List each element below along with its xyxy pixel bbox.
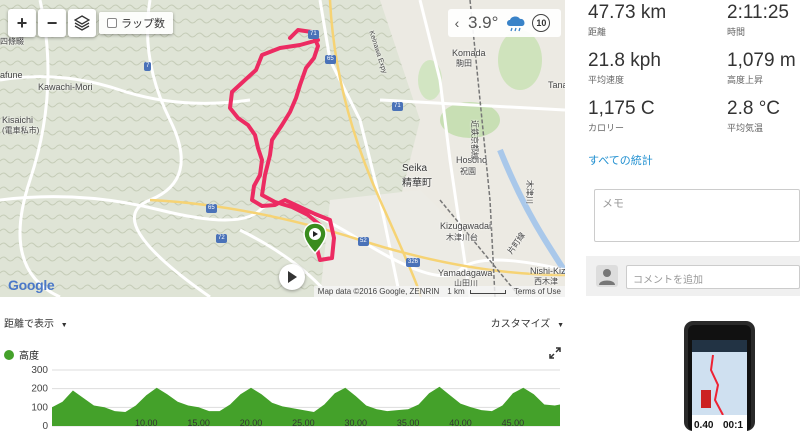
- caret-down-icon: ▼: [60, 322, 68, 329]
- play-icon: [288, 271, 297, 283]
- comment-row: コメントを追加: [586, 256, 800, 296]
- stat-elevation-gain: 1,079 m 高度上昇: [727, 50, 796, 86]
- memo-field[interactable]: メモ: [594, 189, 800, 242]
- map-data-credit: Map data ©2016 Google, ZENRIN: [317, 287, 440, 296]
- elevation-chart[interactable]: 0 100 200 300 10.00 15.00 20.00 25.00 30.00 35.0…: [0, 362, 565, 431]
- place-label: 木津川: [525, 180, 534, 204]
- zoom-out-button[interactable]: −: [38, 9, 66, 37]
- stat-value: 1,175 C: [588, 98, 655, 119]
- map-tiles: [0, 0, 565, 297]
- y-axis: 0 100 200 300: [31, 365, 48, 431]
- place-label: Kawachi-Mori: [38, 82, 93, 92]
- route-shield: 72: [216, 234, 227, 243]
- wind-speed-icon: 10: [532, 14, 551, 32]
- x-tick-label: 35.00: [397, 418, 420, 428]
- svg-text:00:1: 00:1: [723, 420, 743, 431]
- place-label: (電車私市): [2, 126, 40, 135]
- stat-label: 距離: [588, 27, 607, 37]
- weather-prev-button[interactable]: ‹: [448, 15, 466, 31]
- bike-computer-icon: 0.40 00:1: [684, 321, 755, 431]
- stat-label: カロリー: [588, 123, 625, 133]
- stat-value: 21.8 kph: [588, 50, 661, 71]
- route-shield: 7: [144, 62, 152, 71]
- lap-label: ラップ数: [121, 18, 165, 30]
- place-label: Yamadagawa: [438, 268, 493, 278]
- legend-label: 高度: [19, 351, 39, 362]
- place-label: 木津川台: [446, 233, 478, 242]
- svg-text:0.40: 0.40: [694, 420, 714, 431]
- place-label: 四條畷: [0, 37, 24, 46]
- user-icon: [599, 269, 615, 285]
- place-label: 近鉄京都線: [470, 120, 479, 160]
- place-label: Kisaichi: [2, 115, 34, 125]
- stat-time: 2:11:25 時間: [727, 2, 789, 38]
- all-stats-link[interactable]: すべての統計: [588, 152, 653, 168]
- stat-value: 2.8 °C: [727, 98, 781, 119]
- place-label: 駒田: [456, 59, 472, 68]
- route-shield: 52: [358, 237, 369, 246]
- avatar: [596, 265, 618, 287]
- place-label: 祝園: [460, 167, 476, 176]
- stat-value: 1,079 m: [727, 50, 796, 71]
- lap-checkbox[interactable]: [107, 18, 117, 28]
- place-label: Kizugawadai: [440, 221, 492, 231]
- stat-label: 平均速度: [588, 75, 625, 85]
- zoom-in-button[interactable]: +: [8, 9, 36, 37]
- stat-avg-speed: 21.8 kph 平均速度: [588, 50, 661, 86]
- y-tick-label: 300: [31, 365, 48, 376]
- terms-link[interactable]: Terms of Use: [514, 287, 561, 296]
- y-tick-label: 0: [42, 421, 48, 431]
- place-label: Tana: [548, 80, 565, 90]
- start-marker-icon[interactable]: [303, 222, 327, 254]
- route-shield: 326: [406, 258, 421, 267]
- place-label: Nishi-Kiz: [530, 266, 565, 276]
- customize-select[interactable]: カスタマイズ ▼: [491, 315, 564, 330]
- x-tick-label: 20.00: [240, 418, 263, 428]
- x-tick-label: 45.00: [502, 418, 525, 428]
- route-shield: 71: [392, 102, 403, 111]
- x-tick-label: 40.00: [449, 418, 472, 428]
- caret-down-icon: ▼: [557, 322, 564, 329]
- route-shield: 71: [308, 30, 319, 39]
- stat-label: 時間: [727, 27, 746, 37]
- distance-select[interactable]: 距離で表示 ▼: [4, 315, 68, 330]
- weather-temp: 3.9°: [468, 13, 499, 32]
- y-tick-label: 200: [31, 384, 48, 395]
- expand-icon[interactable]: [549, 347, 561, 359]
- x-tick-label: 10.00: [135, 418, 158, 428]
- stat-avg-temp: 2.8 °C 平均気温: [727, 98, 780, 134]
- x-tick-label: 30.00: [344, 418, 367, 428]
- route-shield: 65: [206, 204, 217, 213]
- stat-label: 高度上昇: [727, 75, 764, 85]
- place-label: Seika: [402, 163, 428, 174]
- stat-value: 47.73 km: [588, 2, 667, 23]
- route-shield: 65: [325, 55, 336, 64]
- chart-legend: 高度: [4, 347, 39, 362]
- place-label: Komada: [452, 48, 486, 58]
- layers-icon: [74, 15, 90, 31]
- play-button[interactable]: [279, 264, 305, 290]
- weather-widget: ‹ 3.9° 10: [448, 9, 561, 37]
- cloud-rain-icon: [507, 16, 525, 32]
- x-tick-label: 15.00: [187, 418, 210, 428]
- stat-label: 平均気温: [727, 123, 764, 133]
- comment-input[interactable]: コメントを追加: [626, 265, 800, 289]
- stat-calories: 1,175 C カロリー: [588, 98, 655, 134]
- stat-distance: 47.73 km 距離: [588, 2, 666, 38]
- google-logo: Google: [8, 277, 55, 293]
- layers-button[interactable]: [68, 9, 96, 37]
- route-map[interactable]: Komada 駒田 Kawachi-Mori afune Kisaichi (電…: [0, 0, 565, 297]
- map-attribution: Map data ©2016 Google, ZENRIN 1 km Terms…: [313, 286, 565, 297]
- map-scale: 1 km: [447, 287, 506, 296]
- place-label: 精華町: [402, 178, 432, 189]
- stat-value: 2:11:25: [727, 2, 789, 23]
- lap-toggle[interactable]: ラップ数: [99, 12, 173, 34]
- place-label: afune: [0, 70, 23, 80]
- x-tick-label: 25.00: [292, 418, 315, 428]
- legend-dot: [4, 349, 14, 360]
- y-tick-label: 100: [31, 402, 48, 413]
